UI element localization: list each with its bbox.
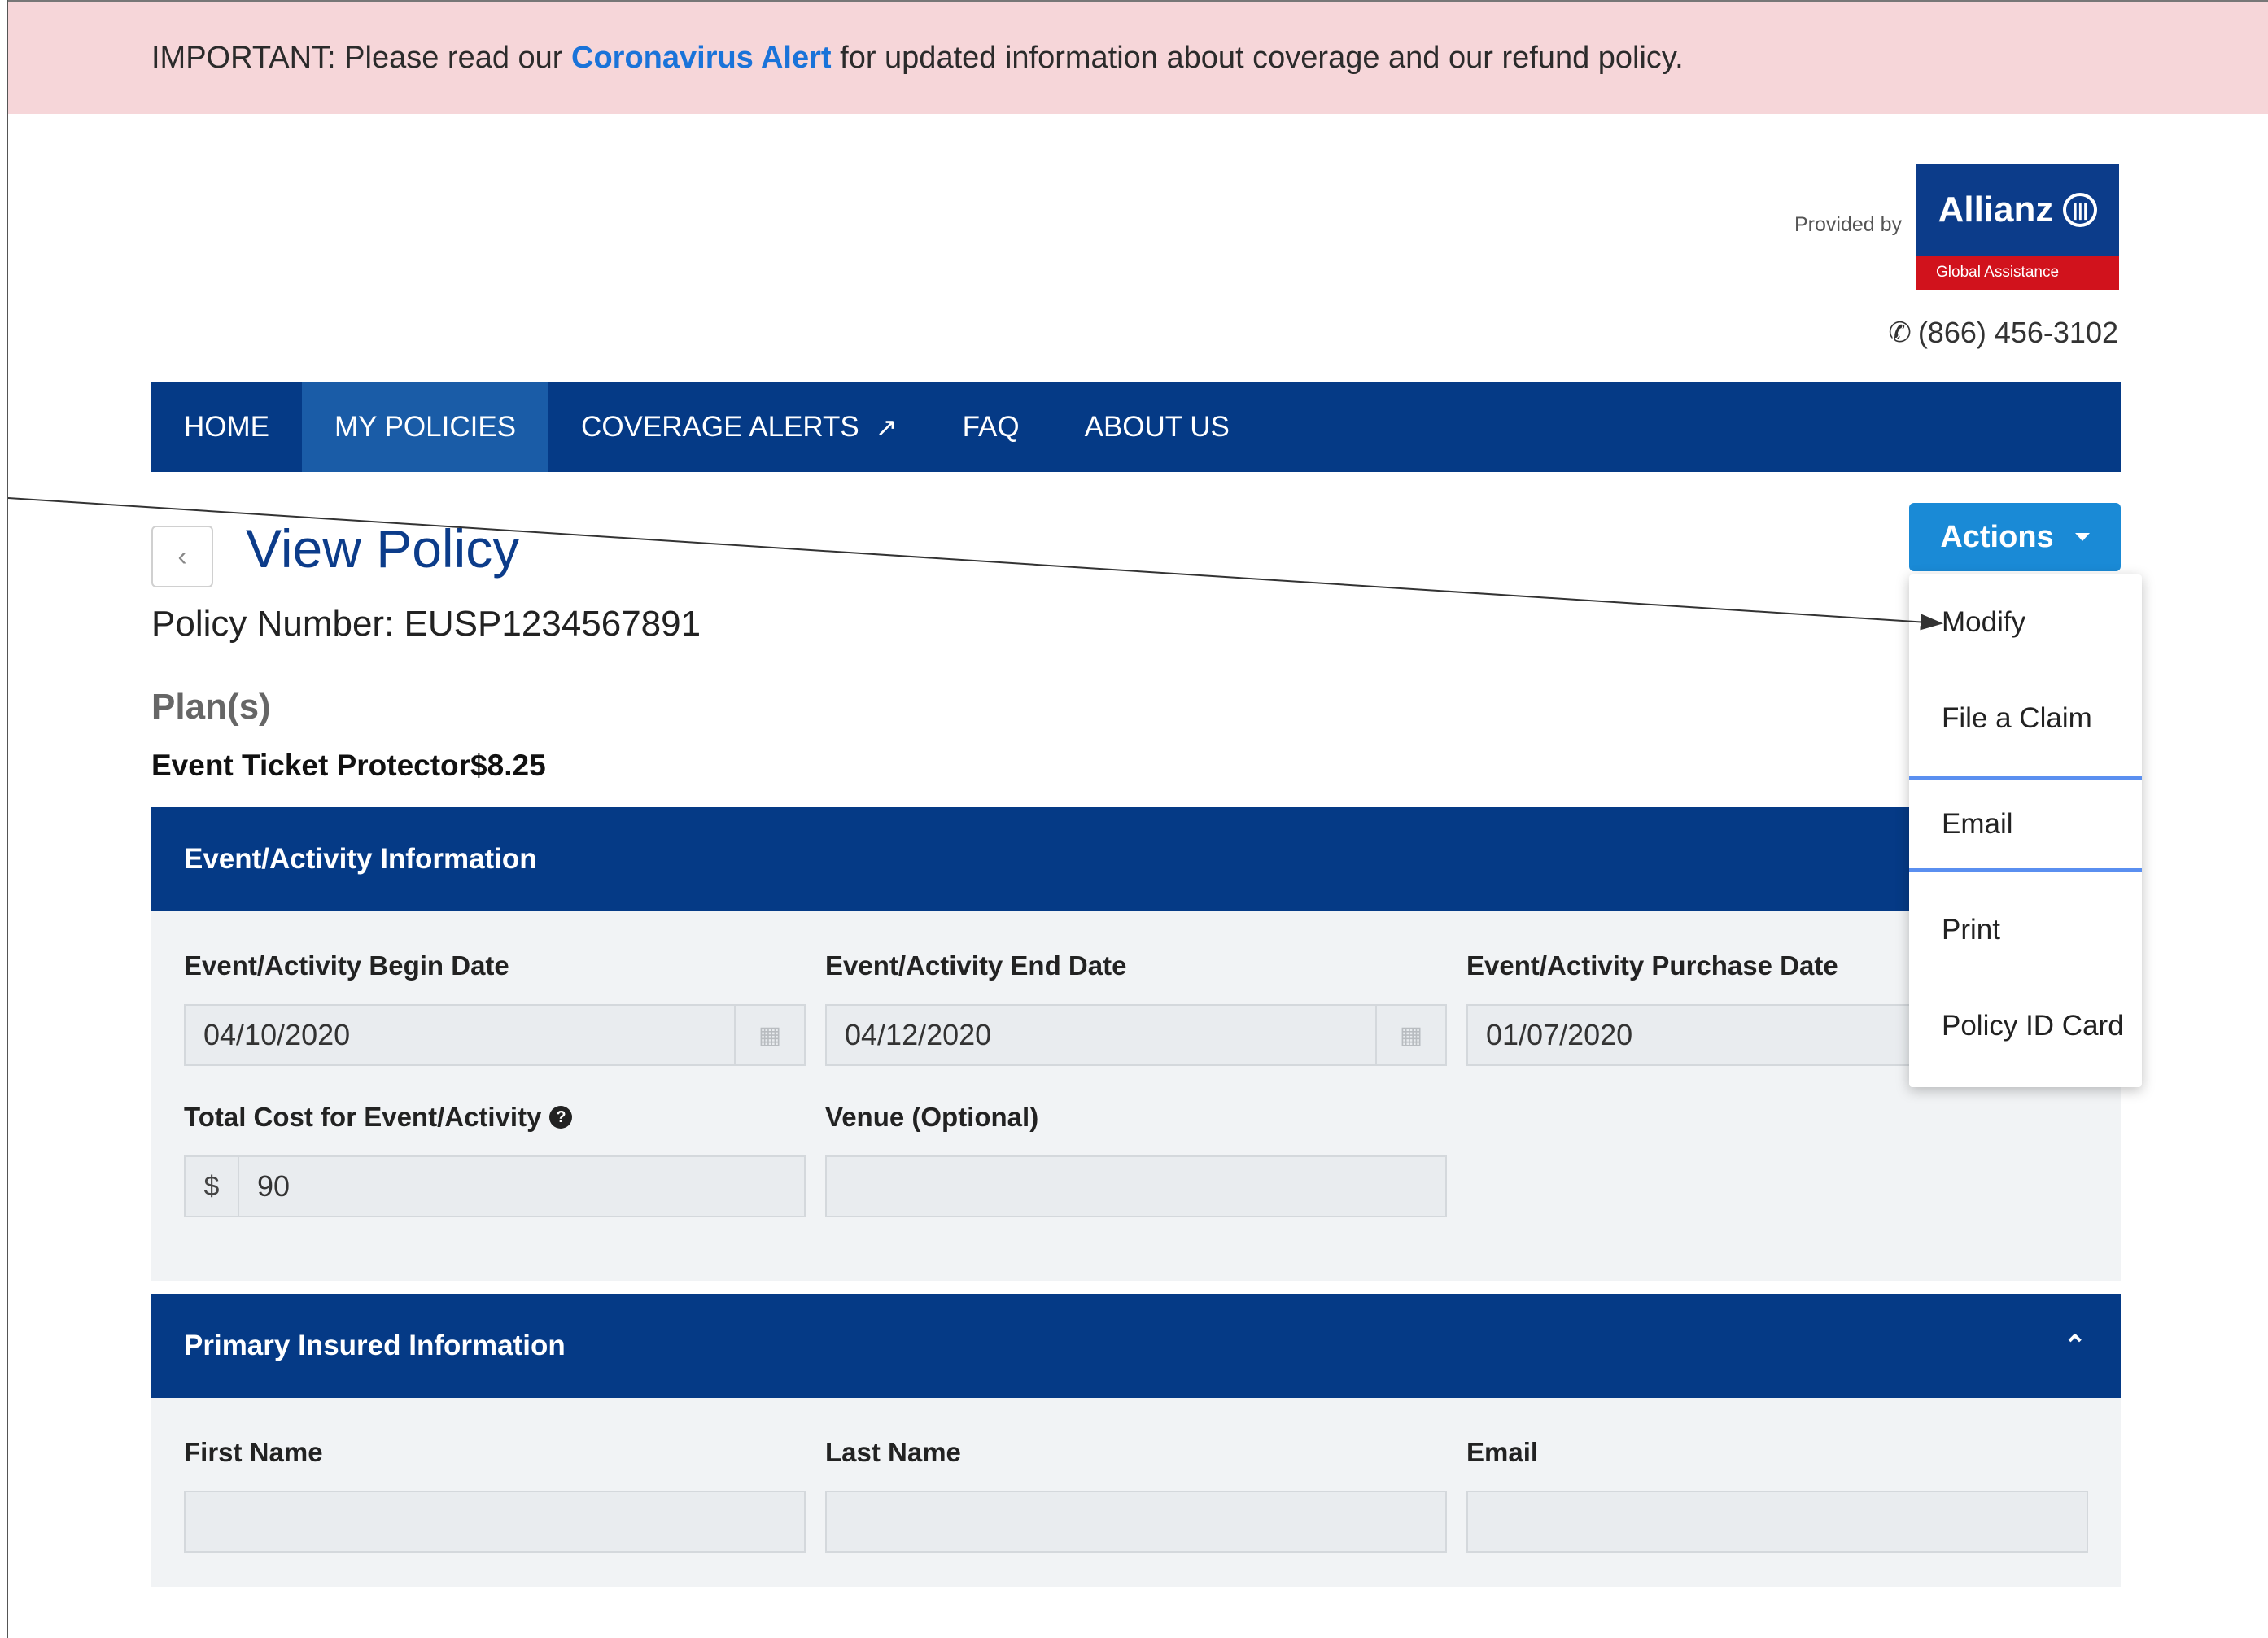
annotation-arrow-line: [7, 497, 1943, 631]
annotation-arrow: [7, 497, 1943, 631]
